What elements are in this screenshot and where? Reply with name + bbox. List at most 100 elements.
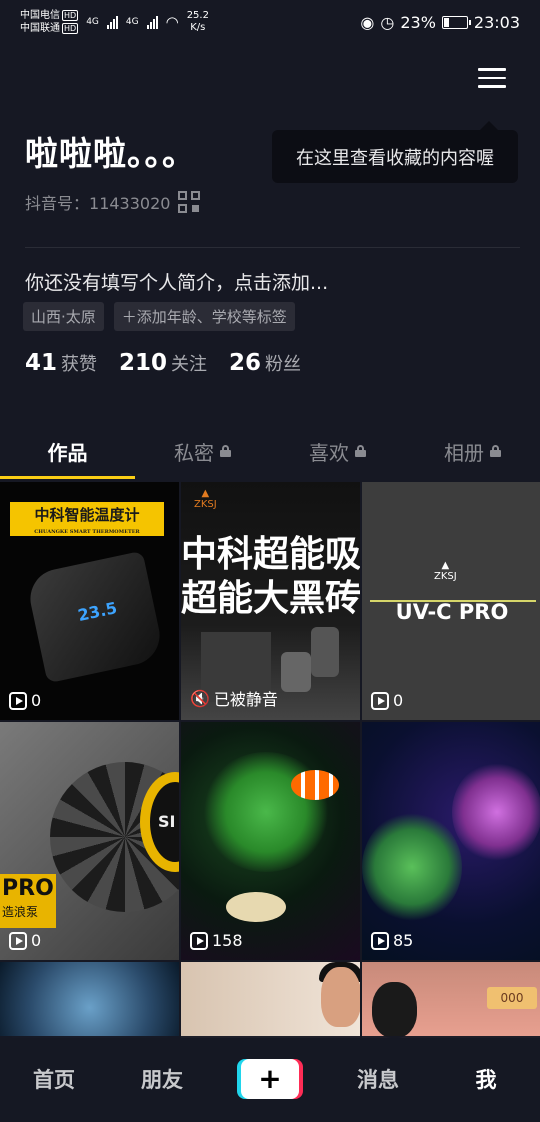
tab-label: 相册 (444, 440, 484, 465)
stat-number: 26 (229, 350, 262, 376)
play-count: 0 (31, 931, 42, 950)
hd-badge: HD (62, 10, 79, 21)
play-count: 85 (393, 931, 414, 950)
signal-icon (146, 15, 158, 29)
battery-percent: 23% (400, 12, 436, 32)
zksj-logo: ▲ ZKSJ (434, 560, 457, 582)
stat-label: 粉丝 (265, 354, 302, 375)
stat-likes[interactable]: 41 获赞 (25, 350, 97, 376)
muted-status: 已被静音 (213, 690, 278, 709)
play-icon (371, 931, 389, 950)
stat-number: 41 (25, 350, 58, 376)
play-count: 158 (212, 931, 243, 950)
net-speed-value: 25.2 (186, 10, 209, 21)
net-speed: 25.2 K/s (187, 10, 209, 34)
play-count: 0 (393, 691, 404, 710)
clownfish-image (291, 770, 339, 800)
plus-icon: + (258, 1062, 282, 1095)
stat-following[interactable]: 210 关注 (119, 350, 207, 376)
profile-tags: 山西·太原 ＋添加年龄、学校等标签 (23, 302, 295, 331)
tab-label: 喜欢 (309, 440, 349, 465)
shop-sign: 000 (487, 987, 537, 1009)
divider (25, 247, 520, 248)
username: 啦啦啦。。。 (25, 134, 196, 173)
thumbnail-text-line: 中科超能吸 (181, 533, 360, 575)
tab-likes[interactable]: 喜欢 (270, 425, 405, 477)
profile-tabs: 作品 私密 喜欢 相册 (0, 425, 540, 477)
bio-prompt[interactable]: 你还没有填写个人简介，点击添加... (25, 268, 328, 295)
rock-image (226, 892, 286, 922)
create-button[interactable]: + (241, 1059, 299, 1099)
video-thumbnail[interactable]: SI PRO 造浪泵 0 (0, 722, 179, 960)
douyin-id-value: 11433020 (89, 194, 171, 213)
play-count: 0 (31, 691, 42, 710)
add-tags-button[interactable]: ＋添加年龄、学校等标签 (113, 302, 295, 331)
net-speed-unit: K/s (190, 22, 206, 33)
zksj-logo: ▲ ZKSJ (194, 488, 217, 510)
battery-icon (441, 15, 471, 29)
lock-icon (490, 445, 501, 457)
product-image (281, 652, 311, 692)
stat-number: 210 (119, 350, 168, 376)
signal-icon (106, 15, 118, 29)
bottom-nav: 首页 朋友 + 消息 我 (0, 1036, 540, 1122)
nav-home[interactable]: 首页 (0, 1064, 108, 1094)
tab-label: 作品 (47, 440, 88, 465)
nav-messages[interactable]: 消息 (324, 1064, 432, 1094)
location-tag[interactable]: 山西·太原 (23, 302, 104, 331)
play-icon (9, 691, 27, 710)
carrier-2: 中国联通 (20, 23, 60, 34)
video-thumbnail[interactable] (181, 962, 360, 1038)
ring-text: SI (158, 812, 176, 831)
carrier-1: 中国电信 (20, 10, 60, 21)
badge-text: PRO (2, 876, 54, 901)
banner-title: 中科智能温度计 (34, 506, 140, 524)
logo-text: ZKSJ (434, 571, 457, 582)
stat-label: 关注 (171, 354, 208, 375)
muted-icon: 🔇 (190, 688, 210, 708)
video-thumbnail[interactable]: ▲ ZKSJ 中科超能吸 超能大黑砖 🔇 已被静音 (181, 482, 360, 720)
eye-icon: ◉ (360, 12, 375, 32)
thumbnail-text-line: 超能大黑砖 (181, 577, 360, 619)
coral-image (362, 812, 462, 922)
tab-album[interactable]: 相册 (405, 425, 540, 477)
network-type-1: 4G (86, 17, 99, 27)
tab-works[interactable]: 作品 (0, 425, 135, 477)
video-thumbnail[interactable] (0, 962, 179, 1038)
play-icon (371, 691, 389, 710)
video-thumbnail[interactable]: ▲ ZKSJ UV-C PRO 0 (362, 482, 540, 720)
tooltip-text: 在这里查看收藏的内容喔 (296, 147, 494, 169)
carrier-info: 中国电信 HD 中国联通 HD (20, 9, 79, 35)
douyin-id-label: 抖音号： (25, 194, 90, 213)
alarm-icon: ◷ (380, 12, 395, 32)
qr-code-icon[interactable] (178, 191, 201, 213)
thumbnail-text: 中科超能吸 超能大黑砖 (181, 532, 360, 620)
tab-label: 私密 (174, 440, 214, 465)
video-thumbnail[interactable]: 000 (362, 962, 540, 1038)
hd-badge: HD (62, 23, 79, 34)
favorites-tooltip[interactable]: 在这里查看收藏的内容喔 (272, 121, 518, 183)
tab-private[interactable]: 私密 (135, 425, 270, 477)
pro-badge: PRO 造浪泵 (0, 874, 56, 928)
wifi-icon: ◠ (165, 13, 179, 31)
network-type-2: 4G (125, 17, 139, 27)
video-thumbnail[interactable]: 158 (181, 722, 360, 960)
douyin-id: 抖音号：11433020 (25, 190, 201, 214)
badge-subtext: 造浪泵 (2, 905, 39, 919)
hamburger-menu-icon[interactable] (478, 68, 506, 94)
active-tab-indicator (0, 476, 135, 479)
profile-stats: 41 获赞 210 关注 26 粉丝 (25, 350, 301, 376)
coral-image (452, 762, 540, 862)
clock: 23:03 (473, 12, 520, 32)
video-thumbnail[interactable]: 中科智能温度计 CHUANGKE SMART THERMOMETER 23.5 0 (0, 482, 179, 720)
logo-text: ZKSJ (194, 499, 217, 510)
nav-me[interactable]: 我 (432, 1064, 540, 1094)
nav-friends[interactable]: 朋友 (108, 1064, 216, 1094)
lock-icon (220, 445, 231, 457)
person-image (321, 967, 360, 1027)
video-thumbnail[interactable]: 85 (362, 722, 540, 960)
play-icon (9, 931, 27, 950)
play-icon (190, 931, 208, 950)
lock-icon (355, 445, 366, 457)
stat-followers[interactable]: 26 粉丝 (229, 350, 301, 376)
